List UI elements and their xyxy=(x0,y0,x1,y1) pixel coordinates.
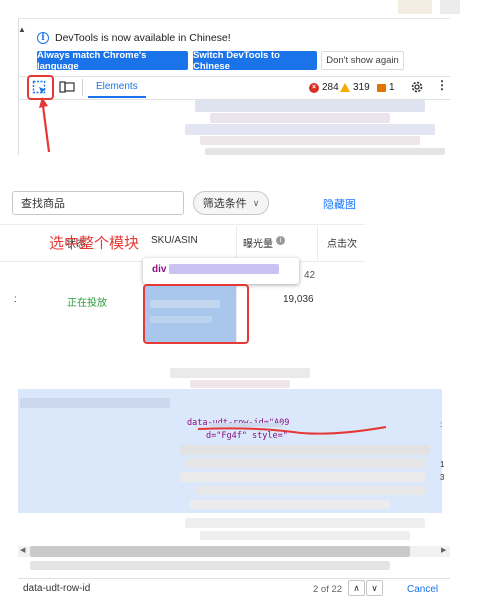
error-count: 284 xyxy=(322,82,339,93)
find-input[interactable]: data-udt-row-id xyxy=(23,583,90,594)
selection-annotation-box xyxy=(143,284,249,344)
warning-counter[interactable]: 319 xyxy=(340,82,370,93)
overflow-mark: 1 xyxy=(440,460,445,469)
settings-gear-icon[interactable] xyxy=(410,80,424,94)
column-divider xyxy=(317,226,318,262)
blurred-region xyxy=(200,531,410,540)
column-header-sku: SKU/ASIN xyxy=(151,235,198,246)
notice-text: DevTools is now available in Chinese! xyxy=(55,32,231,44)
blurred-region xyxy=(185,458,425,468)
tooltip-value: 42 xyxy=(304,270,316,281)
chevron-down-icon: ∨ xyxy=(252,197,260,208)
info-tooltip-icon[interactable]: i xyxy=(276,236,285,245)
filter-dropdown[interactable]: 筛选条件 ∨ xyxy=(193,191,269,215)
row-checkbox-mark: : xyxy=(14,294,17,305)
blurred-region xyxy=(190,380,290,388)
info-icon: i xyxy=(37,32,49,44)
row-impressions: 19,036 xyxy=(283,294,314,305)
issues-icon xyxy=(377,83,386,92)
blurred-region xyxy=(398,0,432,14)
tab-elements-indicator xyxy=(88,96,146,98)
blurred-region xyxy=(195,486,425,495)
blurred-region xyxy=(440,0,460,14)
hide-columns-link[interactable]: 隐藏图 xyxy=(323,196,356,212)
devtools-top-border xyxy=(18,18,450,28)
warning-count: 319 xyxy=(353,82,370,93)
product-search-input[interactable]: 查找商品 xyxy=(12,191,184,215)
row-status: 正在投放 xyxy=(67,298,107,309)
collapse-arrow-icon[interactable]: ▲ xyxy=(18,25,26,34)
issues-counter[interactable]: 1 xyxy=(377,82,395,93)
toolbar-divider xyxy=(82,79,83,96)
tooltip-tag: div xyxy=(152,264,167,275)
switch-chinese-button[interactable]: Switch DevTools to Chinese xyxy=(193,50,317,72)
previous-match-button[interactable]: ∧ xyxy=(348,580,365,596)
blurred-region xyxy=(205,148,445,155)
scroll-left-icon[interactable]: ◀ xyxy=(20,546,25,554)
overflow-mark: : xyxy=(440,420,443,429)
scrollbar-thumb[interactable] xyxy=(30,546,410,557)
error-counter[interactable]: × 284 xyxy=(309,82,339,93)
cancel-find-button[interactable]: Cancel xyxy=(407,584,438,595)
code-second-line: d="Fg4f" style=" xyxy=(206,431,288,441)
blurred-region xyxy=(195,100,425,112)
filter-label: 筛选条件 xyxy=(202,198,247,210)
warning-icon xyxy=(340,83,350,92)
tab-elements[interactable]: Elements xyxy=(96,81,138,92)
issues-count: 1 xyxy=(389,82,395,93)
blurred-region xyxy=(30,561,390,570)
blurred-region xyxy=(180,472,425,482)
annotation-arrow-icon xyxy=(39,97,51,153)
language-notice: i DevTools is now available in Chinese! xyxy=(37,31,231,45)
blurred-region xyxy=(170,368,310,378)
overflow-mark: 3 xyxy=(440,473,445,482)
blurred-region xyxy=(169,264,279,274)
column-header-impressions: 曝光量 xyxy=(243,239,273,250)
blurred-region xyxy=(210,113,390,123)
match-counter: 2 of 22 xyxy=(313,584,343,595)
match-language-button[interactable]: Always match Chrome's language xyxy=(37,50,188,72)
error-icon: × xyxy=(309,82,319,93)
blurred-region xyxy=(180,445,430,455)
more-options-icon[interactable]: ⋮ xyxy=(436,79,448,91)
column-header-clicks: 点击次 xyxy=(327,239,357,250)
blurred-region xyxy=(190,500,390,509)
device-toolbar-icon[interactable] xyxy=(59,80,75,95)
blurred-region xyxy=(185,124,435,135)
dont-show-again-button[interactable]: Don't show again xyxy=(321,51,404,70)
next-match-button[interactable]: ∨ xyxy=(366,580,383,596)
table-divider xyxy=(0,224,365,225)
blurred-region xyxy=(200,136,420,145)
blurred-region xyxy=(20,398,170,408)
annotation-label: 选中整个模块 xyxy=(49,235,140,252)
scroll-right-icon[interactable]: ▶ xyxy=(441,546,446,554)
blurred-region xyxy=(185,518,425,528)
